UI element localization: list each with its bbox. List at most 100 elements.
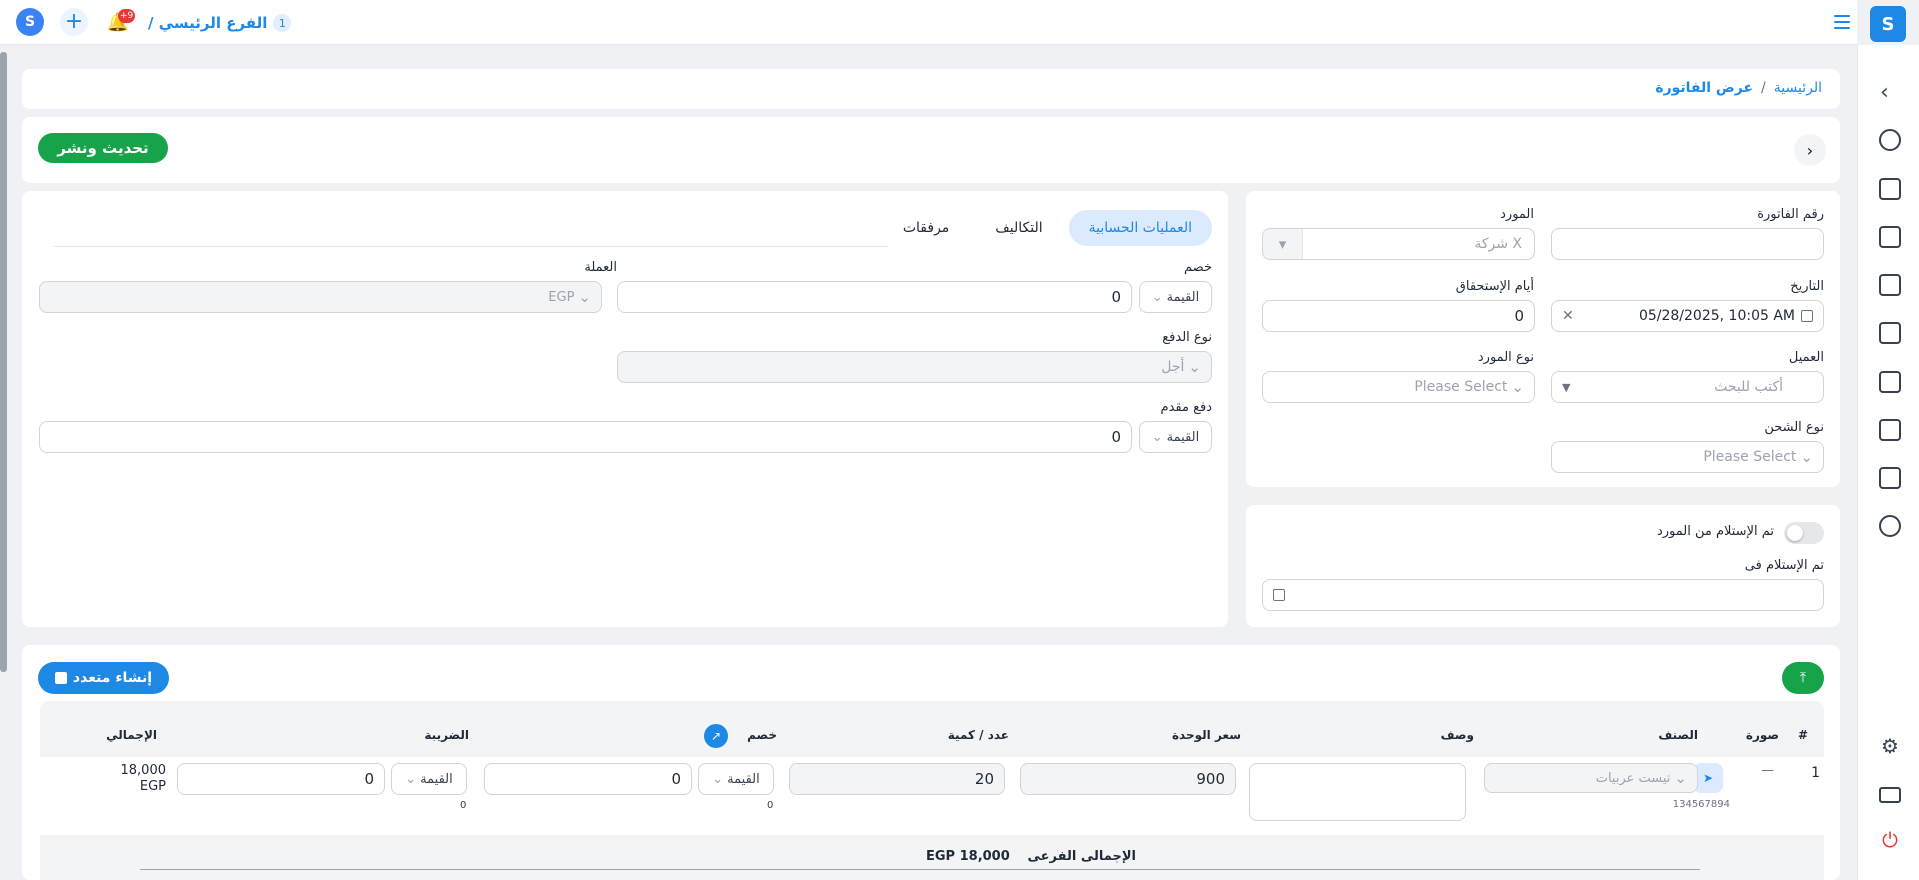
tab-divider: [54, 246, 888, 247]
payment-type-value: أجل: [1161, 359, 1185, 375]
currency-label: العملة: [584, 260, 617, 275]
items-table-header: # صورة الصنف وصف سعر الوحدة عدد / كمية خ…: [40, 701, 1824, 757]
shipping-type-select[interactable]: Please Select ⌄: [1551, 441, 1824, 473]
document-user-icon[interactable]: [1879, 322, 1901, 344]
chevron-down-icon[interactable]: ▾: [1263, 229, 1303, 259]
date-label: التاريخ: [1790, 279, 1824, 294]
boxes-icon[interactable]: [1879, 371, 1901, 393]
advance-type-select[interactable]: القيمة ⌄: [1139, 421, 1212, 453]
scroll-top-button[interactable]: ⤒: [1782, 662, 1824, 694]
supplier-label: المورد: [1500, 207, 1534, 222]
clear-icon[interactable]: ✕: [1562, 308, 1574, 324]
th-item: الصنف: [1658, 728, 1698, 742]
page-scrollbar[interactable]: [0, 52, 7, 672]
subtotal-label: الإجمالى الفرعى: [1027, 849, 1136, 864]
invoice-number-input[interactable]: [1551, 228, 1824, 260]
discount-arrow-icon[interactable]: ↗: [704, 724, 728, 748]
brand-logo-icon[interactable]: S: [1870, 6, 1906, 42]
row-quantity-input[interactable]: 20: [789, 763, 1005, 795]
received-at-date-input[interactable]: [1262, 579, 1824, 611]
chevron-down-icon: ⌄: [1151, 429, 1163, 445]
create-multiple-label: إنشاء متعدد: [72, 670, 153, 686]
discount-input[interactable]: 0: [617, 281, 1132, 313]
store-icon[interactable]: [1879, 178, 1901, 200]
breadcrumb: الرئيسية / عرض الفاتورة: [22, 69, 1840, 109]
th-image: صورة: [1745, 728, 1779, 742]
th-total: الإجمالي: [106, 728, 157, 742]
received-toggle-label: تم الإستلام من المورد: [1656, 524, 1774, 539]
menu-icon[interactable]: [1833, 13, 1851, 31]
document-search-icon[interactable]: [1879, 226, 1901, 248]
collapse-chevron-icon[interactable]: ‹: [1880, 80, 1889, 105]
gear-icon[interactable]: ⚙: [1879, 734, 1901, 758]
chevron-down-icon: ⌄: [405, 771, 417, 787]
row-tax-type: القيمة: [420, 771, 453, 787]
row-discount-type-select[interactable]: القيمة ⌄: [698, 763, 774, 795]
received-toggle[interactable]: [1784, 522, 1824, 544]
chevron-down-icon: ⌄: [578, 288, 591, 306]
discount-type-value: القيمة: [1166, 289, 1200, 305]
due-days-label: أيام الإستحقاق: [1455, 279, 1534, 294]
th-discount: خصم: [747, 728, 777, 742]
date-picker[interactable]: ✕ 05/28/2025, 10:05 AM: [1551, 300, 1824, 332]
chevron-right-icon[interactable]: ›: [1794, 134, 1826, 166]
power-icon[interactable]: ⏻: [1879, 828, 1901, 852]
th-unit-price: سعر الوحدة: [1171, 728, 1241, 742]
discount-label: خصم: [1184, 260, 1212, 275]
action-bar: تحديث ونشر ›: [22, 117, 1840, 183]
client-label: العميل: [1788, 350, 1824, 365]
supplier-type-select[interactable]: Please Select ⌄: [1262, 371, 1535, 403]
chevron-down-icon: ⌄: [1188, 358, 1201, 376]
th-tax: الضريبة: [424, 728, 469, 742]
chevron-down-icon: ⌄: [1800, 448, 1813, 466]
row-barcode: 134567894: [1672, 799, 1730, 810]
row-tax-note: 0: [460, 800, 467, 811]
row-description-textarea[interactable]: [1249, 763, 1466, 821]
payment-type-select[interactable]: أجل ⌄: [617, 351, 1212, 383]
row-index: 1: [1811, 765, 1820, 781]
invoice-details-card: رقم الفاتورة المورد ▾ شركة X التاريخ ✕ 0…: [1246, 191, 1840, 487]
users-settings-icon[interactable]: [1879, 419, 1901, 441]
row-tax-input[interactable]: 0: [177, 763, 385, 795]
app-logo-icon[interactable]: S: [16, 8, 44, 36]
add-icon[interactable]: +: [60, 8, 88, 36]
notifications-badge: +9: [118, 9, 136, 23]
row-item-select[interactable]: تيست عربيات ⌄: [1484, 763, 1698, 793]
database-document-icon[interactable]: [1879, 467, 1901, 489]
update-publish-button[interactable]: تحديث ونشر: [38, 133, 168, 163]
create-multiple-button[interactable]: إنشاء متعدد: [38, 662, 169, 694]
tab-attachments[interactable]: مرفقات: [883, 210, 969, 246]
window-icon[interactable]: [1879, 787, 1901, 803]
row-discount-type: القيمة: [727, 771, 760, 787]
advance-input[interactable]: 0: [39, 421, 1132, 453]
due-days-input[interactable]: 0: [1262, 300, 1535, 332]
add-box-icon: [54, 672, 67, 684]
reports-icon[interactable]: [1879, 515, 1901, 537]
row-unit-price-input[interactable]: 900: [1020, 763, 1236, 795]
row-tax-type-select[interactable]: القيمة ⌄: [391, 763, 467, 795]
tab-accounting[interactable]: العمليات الحسابية: [1068, 210, 1212, 246]
accounting-card: العمليات الحسابية التكاليف مرفقات خصم ال…: [22, 191, 1228, 627]
chevron-down-icon: ⌄: [712, 771, 724, 787]
currency-select[interactable]: EGP ⌄: [39, 281, 602, 313]
discount-type-select[interactable]: القيمة ⌄: [1139, 281, 1212, 313]
chevron-down-icon: ▼: [1562, 380, 1571, 394]
client-search-select[interactable]: ▼ أكتب للبحث: [1551, 371, 1824, 403]
invoice-number-label: رقم الفاتورة: [1757, 207, 1824, 222]
document-code-icon[interactable]: [1879, 274, 1901, 296]
payment-type-label: نوع الدفع: [1162, 330, 1212, 345]
chevron-down-icon: ⌄: [1674, 769, 1687, 787]
th-description: وصف: [1440, 728, 1474, 742]
tab-costs[interactable]: التكاليف: [975, 210, 1062, 246]
row-discount-input[interactable]: 0: [484, 763, 692, 795]
branch-selector[interactable]: 1 الفرع الرئيسي /: [148, 12, 292, 34]
breadcrumb-home-link[interactable]: الرئيسية: [1774, 80, 1822, 96]
dashboard-icon[interactable]: [1879, 129, 1901, 151]
th-index: #: [1797, 728, 1808, 742]
subtotal-divider: [140, 869, 1700, 870]
shipping-type-label: نوع الشحن: [1764, 420, 1824, 435]
row-discount-note: 0: [767, 800, 774, 811]
supplier-select[interactable]: ▾ شركة X: [1262, 228, 1535, 260]
supplier-type-placeholder: Please Select: [1414, 379, 1508, 395]
row-total-amount: 18,000: [120, 763, 167, 778]
